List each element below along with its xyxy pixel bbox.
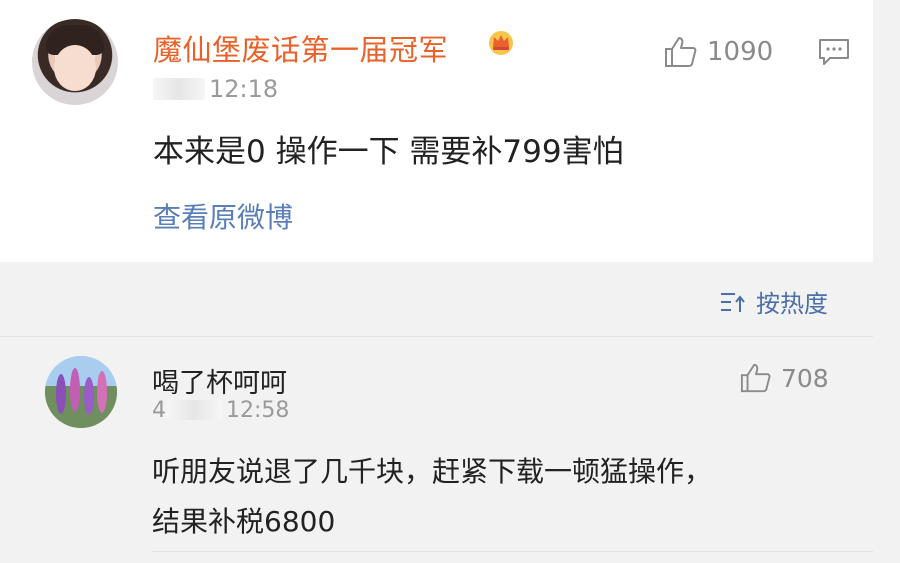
thumbs-up-icon bbox=[665, 37, 697, 67]
reply-username[interactable]: 喝了杯呵呵 bbox=[152, 361, 287, 400]
avatar-face bbox=[54, 45, 96, 91]
sort-icon bbox=[721, 292, 745, 312]
sort-by-heat-button[interactable]: 按热度 bbox=[718, 284, 828, 319]
crown-badge-icon bbox=[489, 31, 513, 55]
reply-text-line: 听朋友说退了几千块，赶紧下载一顿猛操作， bbox=[152, 455, 713, 488]
blurred-date bbox=[166, 400, 222, 420]
lupine-flowers-image bbox=[45, 356, 117, 428]
reply-text: 听朋友说退了几千块，赶紧下载一顿猛操作， 结果补税6800 bbox=[152, 447, 852, 547]
view-original-link[interactable]: 查看原微博 bbox=[153, 196, 293, 236]
reply-time: 4 12:58 bbox=[152, 398, 290, 423]
blurred-date bbox=[153, 78, 205, 100]
like-button[interactable]: 1090 bbox=[663, 35, 773, 69]
reply-like-count: 708 bbox=[781, 363, 829, 393]
like-count: 1090 bbox=[707, 37, 774, 67]
top-comment-card: 魔仙堡废话第一届冠军 12:18 本来是0 操作一下 需要补799害怕 查看原微… bbox=[0, 0, 873, 262]
reply-avatar[interactable] bbox=[45, 356, 117, 428]
comment-text: 本来是0 操作一下 需要补799害怕 bbox=[153, 134, 624, 170]
sort-label: 按热度 bbox=[756, 290, 828, 318]
thumbs-up-icon bbox=[740, 363, 771, 393]
avatar[interactable] bbox=[32, 19, 118, 105]
divider bbox=[0, 336, 873, 337]
comment-icon[interactable] bbox=[818, 37, 850, 67]
username[interactable]: 魔仙堡废话第一届冠军 bbox=[153, 27, 448, 69]
comment-time: 12:18 bbox=[153, 75, 278, 103]
divider bbox=[152, 551, 873, 552]
reply-like-button[interactable]: 708 bbox=[739, 362, 829, 394]
reply-text-line: 结果补税6800 bbox=[152, 505, 336, 538]
